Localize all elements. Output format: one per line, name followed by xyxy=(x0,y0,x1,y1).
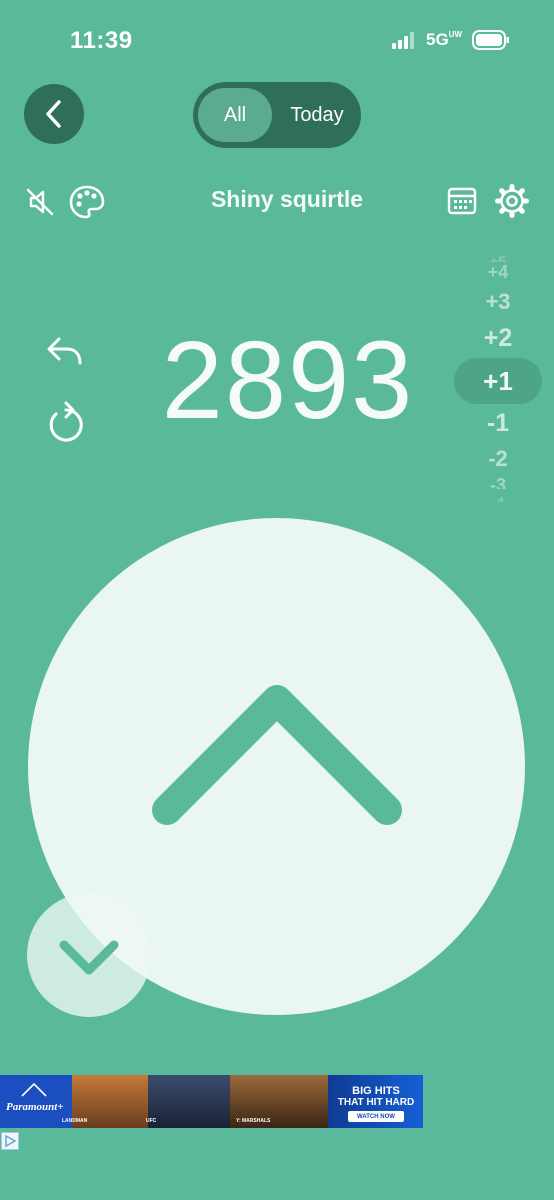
ad-tile-ufc xyxy=(148,1075,230,1128)
reset-button[interactable] xyxy=(42,398,90,448)
theme-button[interactable] xyxy=(66,182,108,222)
calendar-button[interactable] xyxy=(444,183,480,219)
step-option[interactable]: +5 xyxy=(456,252,540,262)
step-option[interactable]: -2 xyxy=(456,446,540,472)
mountain-logo-icon xyxy=(21,1082,47,1097)
step-option[interactable]: +2 xyxy=(456,324,540,353)
ad-tile-label: UFC xyxy=(146,1118,157,1124)
settings-button[interactable] xyxy=(492,181,532,221)
step-option[interactable]: +3 xyxy=(456,289,540,315)
ad-tile-label: LANDMAN xyxy=(62,1118,88,1124)
step-option[interactable]: +4 xyxy=(456,262,540,283)
calendar-icon xyxy=(447,187,477,215)
back-button[interactable] xyxy=(24,84,84,144)
network-type: 5G xyxy=(425,30,449,49)
step-option-selected[interactable]: +1 xyxy=(456,366,540,397)
gear-icon xyxy=(495,184,529,218)
adchoices-icon[interactable] xyxy=(1,1132,19,1150)
counter-value: 2893 xyxy=(161,319,415,442)
step-option[interactable]: -1 xyxy=(456,409,540,438)
undo-arrow-icon xyxy=(47,337,82,365)
step-option[interactable]: -3 xyxy=(456,475,540,489)
battery-icon xyxy=(472,30,509,50)
signal-icon xyxy=(391,32,414,49)
palette-icon xyxy=(69,185,105,219)
status-time: 11:39 xyxy=(70,27,133,54)
speaker-muted-icon xyxy=(26,188,54,216)
chevron-down-icon xyxy=(59,940,119,975)
ad-brand: Paramount+ xyxy=(6,1101,64,1113)
ad-headline-2: THAT HIT HARD xyxy=(337,1097,415,1108)
chevron-left-icon xyxy=(46,100,61,128)
mute-button[interactable] xyxy=(20,183,60,221)
ad-headline-1: BIG HITS xyxy=(352,1085,400,1097)
reset-icon xyxy=(49,401,83,442)
ad-tile-label: Y: MARSHALS xyxy=(236,1118,271,1124)
undo-button[interactable] xyxy=(42,330,88,372)
network-sup: UW xyxy=(448,30,462,39)
period-segmented-control: All Today xyxy=(193,82,361,148)
segment-today[interactable]: Today xyxy=(277,88,357,142)
network-label: 5GUW xyxy=(426,30,462,50)
ad-cta-button[interactable]: WATCH NOW xyxy=(348,1111,404,1122)
ad-banner[interactable]: Paramount+ LANDMAN UFC Y: MARSHALS BIG H… xyxy=(0,1075,423,1128)
decrement-button[interactable] xyxy=(27,893,151,1017)
status-indicators: 5GUW xyxy=(391,30,510,50)
ad-cta-label: WATCH NOW xyxy=(357,1113,395,1120)
chevron-up-icon xyxy=(152,685,402,825)
segment-all[interactable]: All xyxy=(198,88,272,142)
step-option[interactable]: -4 xyxy=(456,496,540,502)
counter-title[interactable]: Shiny squirtle xyxy=(150,186,424,213)
